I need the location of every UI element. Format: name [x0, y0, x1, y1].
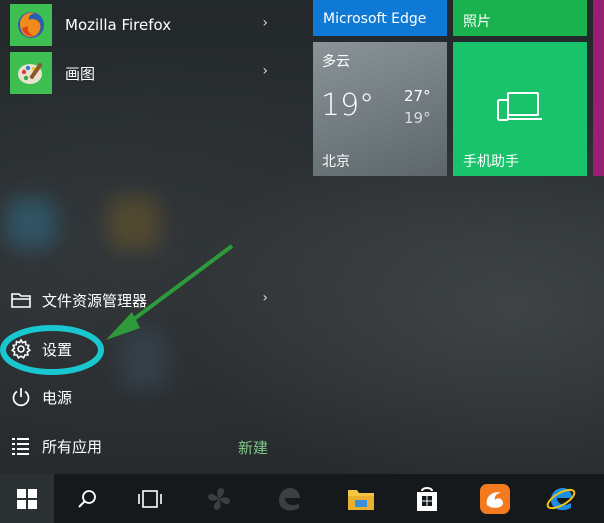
tile-partial[interactable]: [593, 0, 604, 176]
chevron-right-icon[interactable]: ›: [262, 63, 268, 79]
internet-explorer-icon: [546, 487, 576, 510]
tile-phone-companion[interactable]: 手机助手: [453, 42, 587, 176]
tile-label: 手机助手: [463, 154, 519, 170]
weather-city: 北京: [322, 154, 350, 170]
task-view-button[interactable]: [123, 474, 177, 523]
tile-photos[interactable]: 照片: [453, 0, 587, 36]
taskbar: [0, 474, 604, 523]
chevron-right-icon[interactable]: ›: [262, 290, 268, 306]
taskbar-app-edge[interactable]: [262, 474, 316, 523]
taskbar-app-internet-explorer[interactable]: [534, 474, 588, 523]
menu-item-label: 电源: [42, 389, 73, 407]
list-icon: [10, 435, 32, 457]
menu-item-power[interactable]: 电源: [0, 377, 290, 417]
app-label: 画图: [65, 64, 96, 83]
edge-dim-icon: [279, 487, 300, 510]
weather-high: 27°: [404, 87, 431, 105]
file-explorer-icon: [348, 489, 374, 510]
uc-browser-icon: [480, 483, 510, 514]
paint-tile-bg: [10, 52, 52, 94]
pointer-arrow: [120, 244, 234, 330]
search-icon: [78, 489, 96, 508]
store-icon: [417, 486, 437, 511]
taskbar-app-file-explorer[interactable]: [334, 474, 388, 523]
taskbar-app-fan[interactable]: [192, 474, 246, 523]
fan-app-icon: [208, 487, 230, 510]
task-view-icon: [138, 489, 162, 508]
weather-condition: 多云: [322, 54, 350, 70]
paint-icon: [18, 62, 43, 84]
phone-laptop-icon: [497, 92, 542, 121]
annotation-overlay: [0, 244, 234, 375]
firefox-tile-bg: [10, 4, 52, 46]
chevron-right-icon[interactable]: ›: [262, 15, 268, 31]
weather-temp: 19°: [321, 88, 375, 123]
power-icon: [10, 386, 32, 408]
start-button[interactable]: [0, 474, 54, 523]
taskbar-app-uc-browser[interactable]: [468, 474, 522, 523]
tile-microsoft-edge[interactable]: Microsoft Edge: [313, 0, 447, 36]
windows-start-icon: [17, 488, 37, 509]
start-menu: Mozilla Firefox › 画图 › 文件资源管理器 › 设置 电源 所…: [0, 0, 604, 474]
taskbar-app-store[interactable]: [400, 474, 454, 523]
tile-weather[interactable]: 多云 19° 27° 19° 北京: [313, 42, 447, 176]
weather-low: 19°: [404, 109, 431, 127]
app-item-firefox[interactable]: Mozilla Firefox ›: [0, 1, 290, 49]
firefox-icon: [18, 12, 44, 38]
new-badge: 新建: [238, 439, 269, 457]
tile-label: Microsoft Edge: [323, 11, 427, 27]
highlight-ring: [0, 325, 104, 375]
search-button[interactable]: [60, 474, 114, 523]
menu-item-label: 所有应用: [42, 438, 103, 456]
app-label: Mozilla Firefox: [65, 16, 172, 34]
tile-label: 照片: [463, 14, 491, 30]
app-item-paint[interactable]: 画图 ›: [0, 49, 290, 97]
